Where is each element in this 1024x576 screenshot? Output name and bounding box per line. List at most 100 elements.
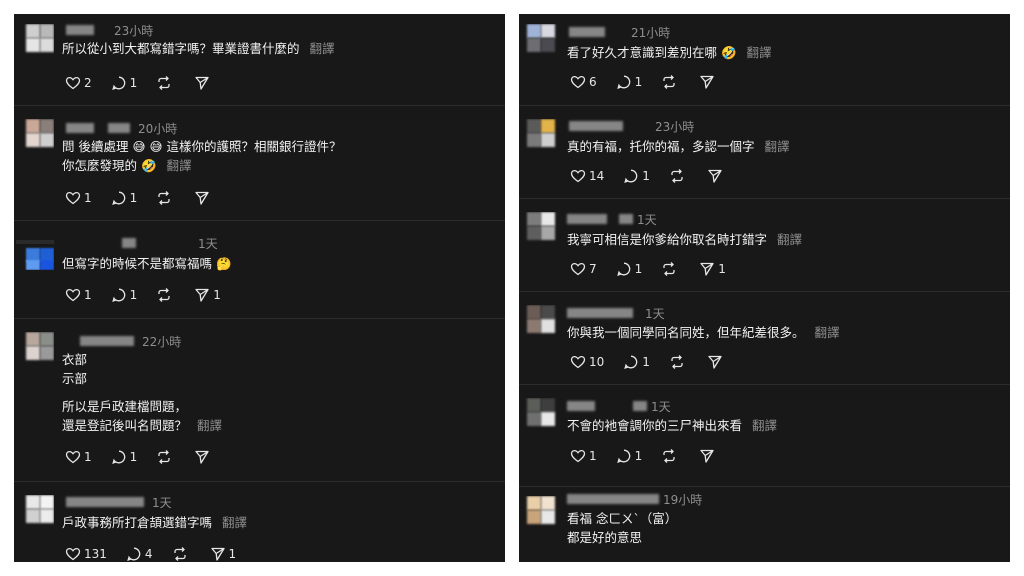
avatar[interactable] [521, 305, 559, 335]
timestamp: 21小時 [631, 26, 671, 40]
translate-link[interactable]: 翻譯 [310, 41, 335, 56]
reply-count: 1 [634, 75, 643, 89]
comment-line: 都是好的意思 [567, 530, 643, 545]
share-button[interactable] [704, 168, 726, 184]
share-button[interactable] [704, 354, 726, 370]
comment-text: 我寧可相信是你爹給你取名時打錯字 翻譯 [567, 230, 998, 249]
avatar[interactable] [521, 119, 559, 149]
translate-link[interactable]: 翻譯 [765, 139, 790, 154]
avatar[interactable] [521, 496, 559, 526]
share-icon [194, 449, 210, 465]
share-count: 1 [228, 547, 237, 561]
share-icon [210, 546, 226, 562]
share-button[interactable]: 1 [696, 261, 726, 277]
avatar[interactable] [16, 24, 54, 54]
like-button[interactable]: 6 [567, 74, 597, 90]
translate-link[interactable]: 翻譯 [197, 418, 222, 433]
reply-icon [111, 449, 127, 465]
translate-link[interactable]: 翻譯 [777, 232, 802, 247]
reply-count: 1 [634, 262, 643, 276]
translate-link[interactable]: 翻譯 [222, 515, 247, 530]
repost-button[interactable] [153, 449, 175, 465]
comment-line: 但寫字的時候不是都寫福嗎 🤔 [62, 256, 232, 271]
reply-button[interactable]: 1 [108, 190, 137, 206]
reply-count: 1 [634, 449, 643, 463]
like-count: 14 [589, 169, 605, 183]
share-icon [699, 448, 715, 464]
reply-button[interactable]: 1 [620, 354, 650, 370]
like-button[interactable]: 10 [567, 354, 604, 370]
like-button[interactable]: 1 [567, 448, 597, 464]
reply-button[interactable]: 1 [613, 448, 643, 464]
like-button[interactable]: 14 [567, 168, 604, 184]
repost-button[interactable] [666, 168, 688, 184]
comment-line: 我寧可相信是你爹給你取名時打錯字 [567, 232, 768, 247]
reply-button[interactable]: 4 [123, 546, 153, 562]
share-icon [699, 74, 715, 90]
repost-button[interactable] [169, 546, 191, 562]
share-button[interactable] [191, 75, 213, 91]
avatar[interactable] [16, 332, 54, 362]
repost-icon [661, 74, 677, 90]
timestamp: 23小時 [114, 24, 154, 38]
reply-button[interactable]: 1 [108, 75, 137, 91]
reply-button[interactable]: 1 [108, 449, 138, 465]
reply-icon [616, 261, 632, 277]
reply-count: 1 [129, 450, 138, 464]
repost-icon [156, 190, 172, 206]
repost-button[interactable] [666, 354, 688, 370]
repost-button[interactable] [658, 448, 680, 464]
share-icon [194, 190, 210, 206]
action-bar: 2 1 [62, 74, 229, 92]
share-button[interactable]: 1 [207, 546, 237, 562]
like-button[interactable]: 1 [62, 190, 92, 206]
reply-button[interactable]: 1 [108, 287, 137, 303]
share-icon [699, 261, 715, 277]
avatar[interactable] [16, 240, 54, 270]
translate-link[interactable]: 翻譯 [815, 325, 840, 340]
avatar[interactable] [521, 212, 559, 242]
like-button[interactable]: 2 [62, 75, 92, 91]
like-button[interactable]: 1 [62, 287, 92, 303]
like-count: 1 [84, 191, 92, 205]
reply-icon [111, 287, 127, 303]
like-count: 2 [84, 76, 92, 90]
share-button[interactable]: 1 [191, 287, 221, 303]
repost-button[interactable] [153, 287, 175, 303]
avatar[interactable] [16, 119, 54, 149]
avatar[interactable] [521, 398, 559, 428]
reply-button[interactable]: 1 [620, 168, 650, 184]
reply-icon [623, 354, 639, 370]
comment-item: 1天 我寧可相信是你爹給你取名時打錯字 翻譯 7 1 1 [519, 198, 1010, 292]
like-count: 1 [84, 288, 92, 302]
share-icon [194, 75, 210, 91]
comment-line: 不會的衪會調你的三尸神出來看 [567, 418, 743, 433]
right-comments-panel: 21小時 看了好久才意識到差別在哪 🤣 翻譯 6 1 23小時 真的有福，托你的福… [519, 14, 1010, 562]
translate-link[interactable]: 翻譯 [752, 418, 777, 433]
like-count: 10 [589, 355, 605, 369]
comment-line: 戶政事務所打倉頡選錯字嗎 [62, 515, 213, 530]
reply-button[interactable]: 1 [613, 261, 643, 277]
translate-link[interactable]: 翻譯 [747, 45, 772, 60]
repost-button[interactable] [658, 74, 680, 90]
share-icon [194, 287, 210, 303]
comment-text: 不會的衪會調你的三尸神出來看 翻譯 [567, 416, 998, 435]
reply-icon [111, 75, 127, 91]
share-button[interactable] [696, 448, 718, 464]
repost-button[interactable] [153, 190, 175, 206]
comment-item: 22小時 衣部 示部 所以是戶政建檔問題， 還是登記後叫名問題？ 翻譯 1 1 [14, 318, 505, 482]
avatar[interactable] [521, 24, 559, 54]
like-count: 1 [84, 450, 92, 464]
avatar[interactable] [16, 495, 54, 525]
repost-button[interactable] [658, 261, 680, 277]
repost-button[interactable] [153, 75, 175, 91]
repost-icon [156, 449, 172, 465]
like-button[interactable]: 131 [62, 546, 107, 562]
translate-link[interactable]: 翻譯 [167, 158, 192, 173]
share-button[interactable] [191, 190, 213, 206]
like-button[interactable]: 1 [62, 449, 92, 465]
share-button[interactable] [696, 74, 718, 90]
share-button[interactable] [191, 449, 213, 465]
like-button[interactable]: 7 [567, 261, 597, 277]
reply-button[interactable]: 1 [613, 74, 643, 90]
